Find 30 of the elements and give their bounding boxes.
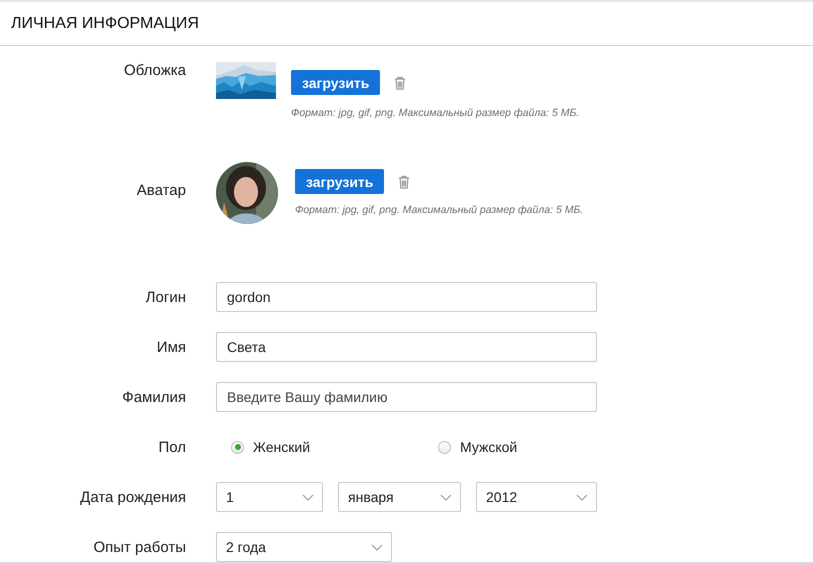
dropdown[interactable]: 1	[216, 482, 323, 512]
text-field[interactable]: Света	[216, 332, 597, 362]
format-hint: Формат: jpg, gif, png. Максимальный размер файла: 5 МБ.	[295, 204, 584, 216]
dropdown[interactable]: января	[338, 482, 461, 512]
radio-button[interactable]	[438, 440, 451, 454]
field-label: Опыт работы	[92, 538, 186, 556]
upload-button[interactable]: загрузить	[291, 70, 380, 95]
field-label: Логин	[144, 288, 186, 306]
format-hint: Формат: jpg, gif, png. Максимальный размер файла: 5 МБ.	[291, 107, 580, 119]
section-title: ЛИЧНАЯ ИНФОРМАЦИЯ	[11, 14, 199, 32]
chevron-down-icon	[440, 494, 452, 500]
chevron-down-icon	[576, 494, 588, 500]
chevron-down-icon	[371, 544, 383, 550]
chevron-down-icon	[302, 494, 314, 500]
radio-button[interactable]	[231, 440, 244, 454]
trash-icon[interactable]	[398, 174, 410, 188]
text-field[interactable]: Введите Вашу фамилию	[216, 382, 597, 412]
trash-icon[interactable]	[394, 76, 406, 90]
field-label: Имя	[156, 338, 186, 356]
field-label: Дата рождения	[79, 488, 186, 506]
radio-option[interactable]: Мужской	[438, 439, 630, 455]
text-field[interactable]: gordon	[216, 282, 597, 312]
field-label: Пол	[157, 438, 186, 456]
radio-option[interactable]: Женский	[231, 439, 423, 455]
dropdown[interactable]: 2 года	[216, 532, 392, 562]
field-label: Фамилия	[121, 388, 186, 406]
field-label: Обложка	[123, 62, 186, 79]
field-label: Аватар	[136, 181, 186, 199]
upload-button[interactable]: загрузить	[295, 169, 384, 194]
dropdown[interactable]: 2012	[476, 482, 597, 512]
